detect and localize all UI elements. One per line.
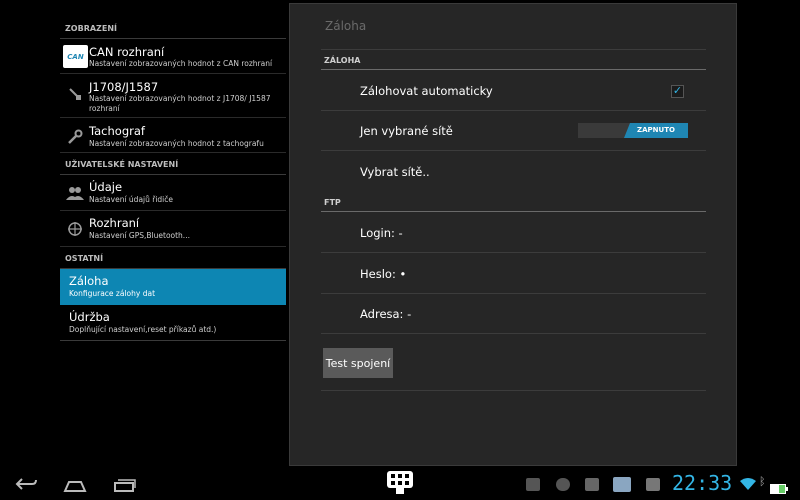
address-row[interactable]: Adresa: - (321, 294, 706, 334)
back-icon[interactable] (14, 476, 38, 495)
can-logo-icon: CAN (63, 45, 88, 68)
section-divider (321, 69, 706, 70)
auto-backup-checkbox[interactable]: ✓ (671, 85, 684, 98)
list-item-rozhrani[interactable]: Rozhraní Nastavení GPS,Bluetooth... (60, 211, 286, 247)
panel-title: Záloha (325, 19, 367, 33)
row-label: Heslo: • (360, 267, 407, 281)
item-title: Tachograf (89, 124, 145, 138)
section-header-zaloha: ZÁLOHA (324, 56, 361, 65)
password-row[interactable]: Heslo: • (321, 254, 706, 294)
menu-grid-icon[interactable] (386, 470, 414, 500)
item-subtitle: Konfigurace zálohy dat (69, 289, 156, 298)
row-label: Vybrat sítě.. (360, 165, 430, 179)
system-bar: 22:33 ᛒ (0, 466, 800, 500)
list-item-j1708[interactable]: J1708/J1587 Nastavení zobrazovaných hodn… (60, 74, 286, 118)
compass-icon (65, 219, 85, 239)
choose-networks-row[interactable]: Vybrat sítě.. (321, 152, 706, 192)
item-title: J1708/J1587 (89, 80, 159, 94)
item-subtitle: Nastavení GPS,Bluetooth... (89, 231, 190, 240)
selected-networks-row[interactable]: Jen vybrané sítě ZAPNUTO (321, 111, 706, 151)
list-item-tachograf[interactable]: Tachograf Nastavení zobrazovaných hodnot… (60, 118, 286, 153)
row-label: Zálohovat automaticky (360, 84, 493, 98)
section-header-zobrazeni: ZOBRAZENÍ (60, 17, 286, 39)
item-subtitle: Doplňující nastavení,reset příkazů atd.) (69, 325, 217, 334)
notification-app-icon[interactable] (556, 478, 570, 491)
recent-apps-icon[interactable] (114, 477, 136, 496)
item-title: Záloha (69, 274, 109, 288)
battery-icon (770, 479, 788, 498)
list-item-can[interactable]: CAN CAN rozhraní Nastavení zobrazovaných… (60, 39, 286, 74)
row-label: Adresa: - (360, 307, 412, 321)
section-header-ftp: FTP (324, 198, 341, 207)
row-label: Login: - (360, 226, 403, 240)
section-header-uzivatelske: UŽIVATELSKÉ NASTAVENÍ (60, 153, 286, 175)
test-connection-button[interactable]: Test spojení (323, 348, 393, 378)
item-subtitle: Nastavení zobrazovaných hodnot z tachogr… (89, 139, 264, 148)
item-subtitle: Nastavení zobrazovaných hodnot z CAN roz… (89, 59, 273, 68)
item-title: Rozhraní (89, 216, 140, 230)
item-subtitle: Nastavení údajů řidiče (89, 195, 174, 204)
row-label: Jen vybrané sítě (360, 124, 453, 138)
wrench-icon (65, 127, 85, 147)
bluetooth-icon: ᛒ (759, 475, 766, 488)
home-icon[interactable] (63, 477, 87, 496)
notification-check-icon[interactable] (526, 478, 540, 491)
item-subtitle: Nastavení zobrazovaných hodnot z J1708/ … (89, 94, 271, 113)
item-title: Údržba (69, 310, 110, 324)
auto-backup-row[interactable]: Zálohovat automaticky ✓ (321, 71, 706, 111)
section-divider (321, 211, 706, 212)
list-item-udaje[interactable]: Údaje Nastavení údajů řidiče (60, 175, 286, 211)
divider (321, 390, 706, 391)
plug-icon (65, 84, 85, 104)
notification-can-icon[interactable] (613, 477, 631, 492)
clock[interactable]: 22:33 (672, 471, 732, 495)
list-item-udrzba[interactable]: Údržba Doplňující nastavení,reset příkaz… (60, 305, 286, 341)
wifi-icon (740, 476, 756, 495)
item-title: Údaje (89, 180, 123, 194)
zaloha-settings-panel: Záloha ZÁLOHA Zálohovat automaticky ✓ Je… (289, 3, 737, 466)
notification-image-icon[interactable] (585, 478, 599, 491)
selected-networks-toggle[interactable]: ZAPNUTO (578, 123, 688, 138)
notification-bag-icon[interactable] (646, 478, 660, 491)
users-icon (65, 183, 85, 203)
settings-headers-list: ZOBRAZENÍ CAN CAN rozhraní Nastavení zob… (60, 17, 286, 363)
login-row[interactable]: Login: - (321, 213, 706, 253)
item-title: CAN rozhraní (89, 45, 165, 59)
section-header-ostatni: OSTATNÍ (60, 247, 286, 269)
toggle-on-label: ZAPNUTO (624, 123, 688, 138)
list-item-zaloha[interactable]: Záloha Konfigurace zálohy dat (60, 269, 286, 305)
divider (321, 49, 706, 50)
